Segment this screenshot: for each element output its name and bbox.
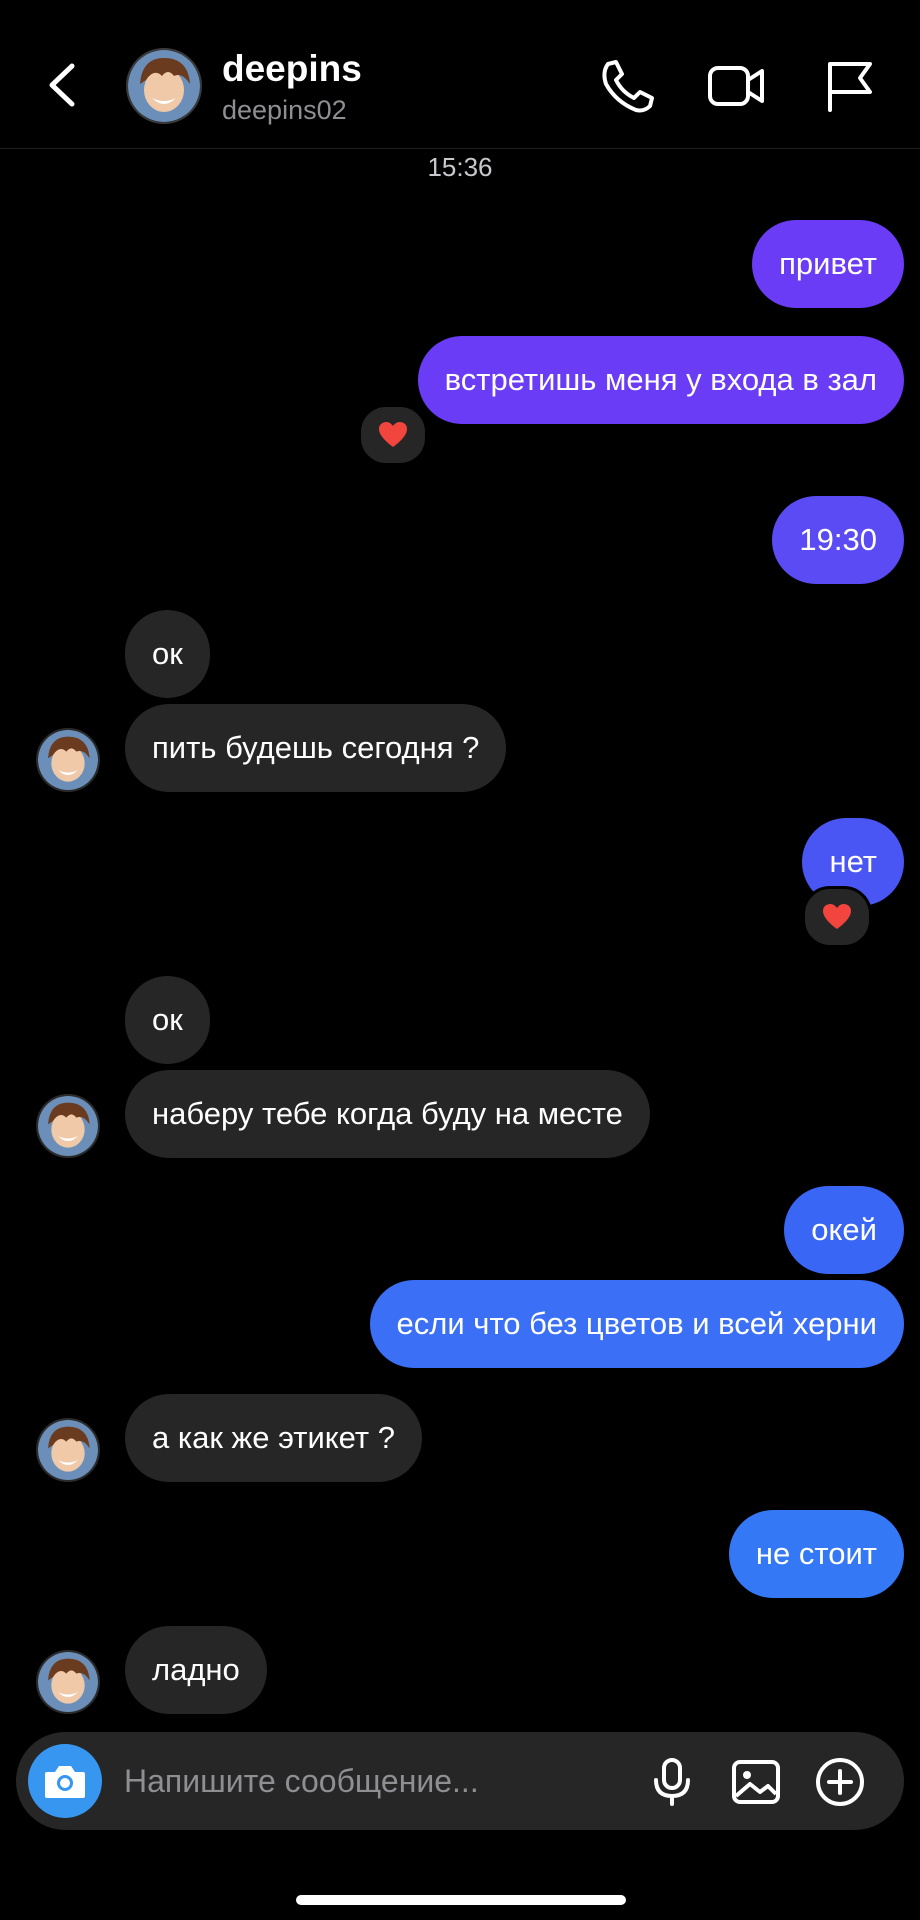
message-incoming[interactable]: а как же этикет ?	[125, 1394, 422, 1482]
home-indicator[interactable]	[296, 1895, 626, 1905]
message-input[interactable]: Напишите сообщение...	[124, 1763, 479, 1800]
phone-icon	[602, 60, 654, 113]
message-thread[interactable]: 15:36 привет встретишь меня у входа в за…	[0, 148, 920, 1728]
message-incoming[interactable]: ладно	[125, 1626, 267, 1714]
microphone-icon	[654, 1758, 690, 1806]
message-outgoing[interactable]: если что без цветов и всей херни	[369, 1280, 904, 1368]
avatar-image	[38, 1652, 98, 1712]
avatar-image	[128, 50, 200, 122]
camera-icon	[45, 1766, 85, 1798]
avatar[interactable]	[36, 1094, 100, 1158]
reaction-badge[interactable]	[358, 404, 428, 466]
chat-header: deepins deepins02	[0, 0, 920, 149]
gallery-button[interactable]	[730, 1756, 782, 1808]
message-outgoing[interactable]: окей	[784, 1186, 904, 1274]
message-incoming[interactable]: ок	[125, 976, 210, 1064]
message-incoming[interactable]: пить будешь сегодня ?	[125, 704, 507, 792]
video-call-button[interactable]	[704, 56, 768, 114]
reaction-badge[interactable]	[802, 886, 872, 948]
avatar-image	[38, 1420, 98, 1480]
image-icon	[732, 1760, 780, 1804]
message-composer: Напишите сообщение...	[16, 1732, 904, 1830]
camera-button[interactable]	[28, 1744, 102, 1818]
voice-message-button[interactable]	[646, 1756, 698, 1808]
message-outgoing[interactable]: не стоит	[728, 1510, 904, 1598]
avatar[interactable]	[36, 1650, 100, 1714]
message-outgoing[interactable]: привет	[752, 220, 904, 308]
message-incoming[interactable]: ок	[125, 610, 210, 698]
heart-emoji-icon	[379, 422, 407, 447]
chevron-left-icon	[49, 63, 75, 107]
message-outgoing[interactable]: 19:30	[772, 496, 904, 584]
avatar[interactable]	[126, 48, 202, 124]
heart-emoji-icon	[823, 904, 851, 929]
contact-name[interactable]: deepins	[222, 48, 362, 90]
avatar[interactable]	[36, 728, 100, 792]
message-incoming[interactable]: наберу тебе когда буду на месте	[125, 1070, 650, 1158]
flag-icon	[828, 62, 872, 112]
message-outgoing[interactable]: встретишь меня у входа в зал	[417, 336, 904, 424]
back-button[interactable]	[42, 60, 86, 110]
plus-circle-icon	[816, 1758, 864, 1806]
avatar-image	[38, 1096, 98, 1156]
call-button[interactable]	[594, 56, 658, 114]
timestamp: 15:36	[427, 152, 493, 182]
avatar-image	[38, 730, 98, 790]
avatar[interactable]	[36, 1418, 100, 1482]
report-button[interactable]	[818, 56, 882, 114]
more-options-button[interactable]	[814, 1756, 866, 1808]
video-camera-icon	[708, 66, 764, 106]
contact-username: deepins02	[222, 95, 347, 125]
